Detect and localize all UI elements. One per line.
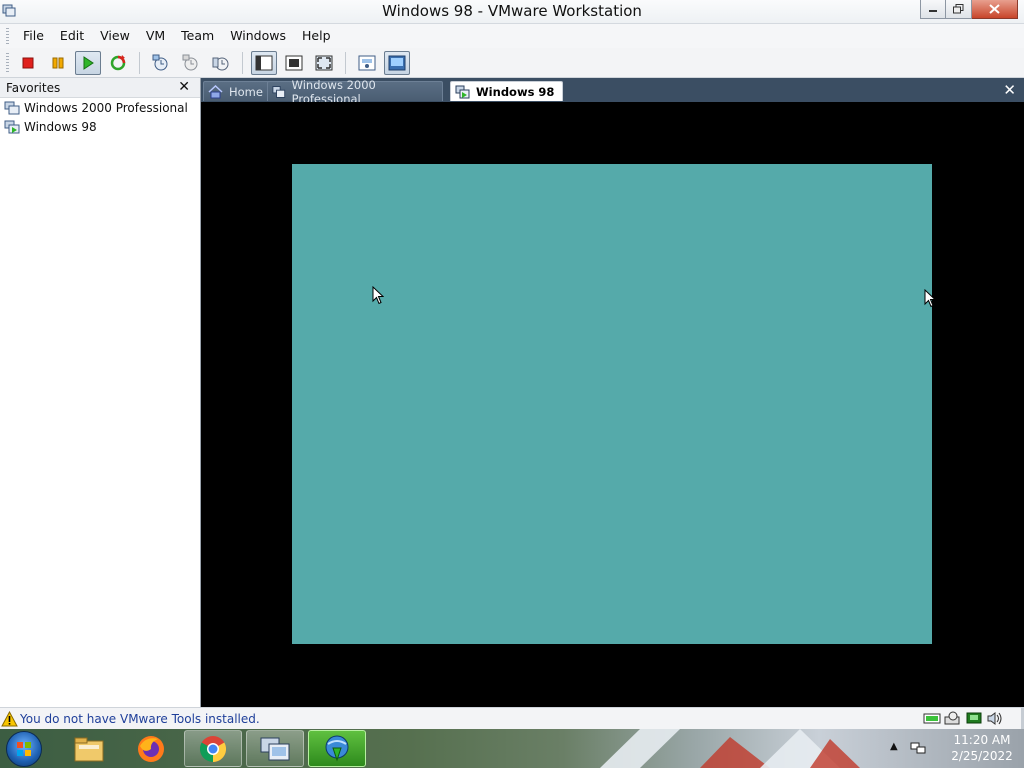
- window-controls: [920, 0, 1018, 19]
- vm-icon: [4, 101, 20, 115]
- clock-date: 2/25/2022: [951, 749, 1013, 763]
- vmware-tools-warning-link[interactable]: You do not have VMware Tools installed.: [20, 712, 260, 726]
- snapshot-manager-icon: [212, 57, 229, 70]
- firefox-icon: [138, 735, 164, 762]
- toolbar-separator: [345, 51, 346, 74]
- tab-windows-2000[interactable]: Windows 2000 Professional: [267, 78, 443, 106]
- snapshot-manager-button[interactable]: [208, 51, 234, 75]
- folder-icon: [74, 737, 104, 761]
- pause-icon: [52, 57, 64, 68]
- taskbar-firefox[interactable]: [122, 730, 180, 767]
- close-favorites-icon[interactable]: ✕: [178, 79, 190, 95]
- show-sidebar-icon: [255, 55, 273, 70]
- stop-icon: [22, 57, 34, 68]
- title-bar: Windows 98 - VMware Workstation: [0, 0, 1024, 24]
- status-bar: You do not have VMware Tools installed.: [0, 707, 1024, 729]
- vm-console[interactable]: [202, 102, 1024, 707]
- power-off-button[interactable]: [15, 51, 41, 75]
- favorites-item-label: Windows 2000 Professional: [24, 101, 188, 115]
- favorites-item-windows-98[interactable]: Windows 98: [0, 118, 200, 136]
- menu-windows[interactable]: Windows: [222, 25, 294, 47]
- snapshot-revert-icon: [182, 54, 198, 70]
- taskbar-idm[interactable]: [308, 730, 366, 767]
- minimize-icon: [929, 10, 937, 12]
- vm-running-icon: [455, 85, 470, 98]
- taskbar-explorer[interactable]: [60, 730, 118, 767]
- windows-taskbar: ▲ 11:20 AM 2/25/2022: [0, 729, 1024, 768]
- favorites-item-windows-2000[interactable]: Windows 2000 Professional: [0, 99, 200, 117]
- windows-logo-icon: [17, 742, 31, 756]
- minimize-button[interactable]: [920, 0, 946, 19]
- console-view-button[interactable]: [384, 50, 410, 75]
- toolbar: [0, 48, 1024, 78]
- revert-snapshot-button[interactable]: [178, 51, 204, 75]
- favorites-panel: Favorites ✕ Windows 2000 Professional Wi…: [0, 78, 201, 707]
- chrome-icon: [199, 735, 227, 762]
- menu-help[interactable]: Help: [294, 25, 339, 47]
- clock[interactable]: 11:20 AM 2/25/2022: [944, 732, 1020, 764]
- network-tray-icon[interactable]: [910, 740, 926, 756]
- restore-icon: [953, 4, 964, 14]
- vm-running-icon: [4, 120, 20, 134]
- full-screen-icon: [315, 55, 333, 70]
- quick-switch-button[interactable]: [281, 51, 307, 75]
- favorites-item-label: Windows 98: [24, 120, 97, 134]
- network-adapter-icon[interactable]: [965, 711, 983, 726]
- device-status-icons: [920, 711, 1004, 726]
- full-screen-button[interactable]: [311, 51, 337, 75]
- window-title: Windows 98 - VMware Workstation: [382, 2, 642, 20]
- close-icon: [989, 4, 1000, 14]
- vm-icon: [272, 85, 286, 98]
- snapshot-take-icon: [152, 54, 168, 70]
- taskbar-vmware[interactable]: [246, 730, 304, 767]
- summary-view-icon: [358, 55, 376, 70]
- system-tray: ▲ 11:20 AM 2/25/2022: [884, 729, 1024, 768]
- cd-drive-icon[interactable]: [944, 711, 962, 726]
- play-icon: [83, 55, 94, 70]
- menu-bar: File Edit View VM Team Windows Help: [0, 24, 1024, 48]
- quick-switch-icon: [285, 55, 303, 70]
- tab-strip: Home Windows 2000 Professional Windows 9…: [201, 78, 1024, 106]
- reset-icon: [110, 54, 126, 70]
- show-sidebar-button[interactable]: [251, 50, 277, 75]
- tab-windows-98[interactable]: Windows 98: [450, 81, 564, 101]
- menu-grip[interactable]: [6, 28, 9, 44]
- vmware-icon: [260, 737, 290, 760]
- console-view-icon: [388, 55, 406, 70]
- menu-edit[interactable]: Edit: [52, 25, 92, 47]
- sound-icon[interactable]: [986, 711, 1004, 726]
- toolbar-grip[interactable]: [6, 52, 9, 73]
- tab-home[interactable]: Home: [203, 81, 272, 101]
- hard-disk-icon[interactable]: [923, 711, 941, 726]
- close-tab-icon[interactable]: ✕: [1003, 81, 1016, 99]
- toolbar-separator: [139, 51, 140, 74]
- summary-view-button[interactable]: [354, 51, 380, 75]
- start-button[interactable]: [6, 731, 42, 767]
- home-icon: [208, 84, 223, 98]
- menu-file[interactable]: File: [15, 25, 52, 47]
- taskbar-chrome[interactable]: [184, 730, 242, 767]
- power-on-button[interactable]: [75, 50, 101, 75]
- favorites-title: Favorites: [6, 81, 61, 95]
- favorites-header: Favorites ✕: [0, 78, 200, 98]
- restore-button[interactable]: [946, 0, 972, 19]
- menu-view[interactable]: View: [92, 25, 138, 47]
- warning-icon: [1, 710, 18, 726]
- clock-time: 11:20 AM: [953, 733, 1011, 747]
- close-button[interactable]: [972, 0, 1018, 19]
- idm-icon: [325, 735, 349, 762]
- menu-team[interactable]: Team: [173, 25, 222, 47]
- tab-label: Home: [229, 84, 263, 99]
- reset-button[interactable]: [105, 51, 131, 75]
- host-cursor-icon: [924, 289, 936, 308]
- toolbar-separator: [242, 51, 243, 74]
- take-snapshot-button[interactable]: [148, 51, 174, 75]
- show-hidden-icons-icon[interactable]: ▲: [890, 741, 898, 752]
- mouse-cursor-icon: [372, 286, 384, 305]
- guest-screen[interactable]: [292, 164, 932, 644]
- suspend-button[interactable]: [45, 51, 71, 75]
- menu-vm[interactable]: VM: [138, 25, 173, 47]
- tab-label: Windows 98: [476, 84, 555, 99]
